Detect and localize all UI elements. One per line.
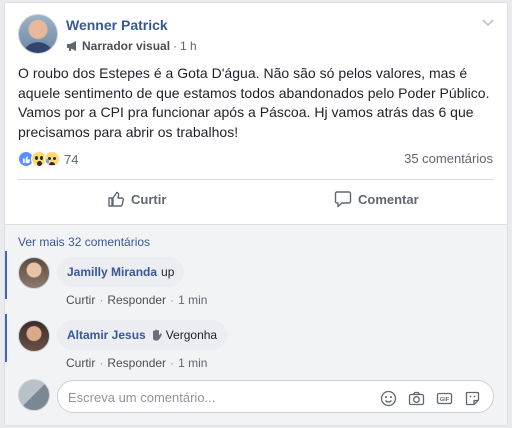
post-meta: Narrador visual · 1 h bbox=[66, 39, 197, 53]
chevron-down-icon[interactable] bbox=[481, 15, 495, 29]
emoji-icon[interactable] bbox=[379, 389, 397, 407]
comment-reply-link[interactable]: Responder bbox=[107, 293, 166, 307]
comment-time[interactable]: 1 min bbox=[178, 356, 207, 370]
meta-separator: · bbox=[173, 39, 178, 53]
comment-like-link[interactable]: Curtir bbox=[66, 356, 95, 370]
comment-icon bbox=[334, 191, 352, 208]
comment-input[interactable] bbox=[68, 387, 368, 407]
comments-section: Ver mais 32 comentários Jamilly Miranda u… bbox=[5, 225, 507, 425]
gif-icon[interactable]: GIF bbox=[435, 389, 453, 407]
post-card: Wenner Patrick Narrador visual · 1 h O r… bbox=[4, 2, 508, 426]
comment-actions: Curtir · Responder · 1 min bbox=[66, 356, 208, 370]
like-button[interactable]: Curtir bbox=[107, 190, 166, 208]
comment-bubble: Altamir Jesus Vergonha bbox=[57, 320, 228, 350]
like-button-label: Curtir bbox=[131, 191, 167, 207]
comment-time[interactable]: 1 min bbox=[178, 293, 207, 307]
author-role: Narrador visual bbox=[82, 39, 171, 53]
reactions-summary[interactable]: 74 bbox=[18, 150, 78, 168]
comment-text: up bbox=[161, 265, 175, 279]
comment-actions: Curtir · Responder · 1 min bbox=[66, 293, 208, 307]
svg-text:GIF: GIF bbox=[439, 397, 449, 403]
comment-highlight-bar bbox=[5, 251, 7, 299]
sad-reaction-icon bbox=[44, 151, 60, 167]
author-avatar[interactable] bbox=[18, 14, 58, 54]
commenter-name[interactable]: Altamir Jesus bbox=[67, 328, 146, 342]
comment-highlight-bar bbox=[5, 314, 7, 362]
sticker-icon[interactable] bbox=[463, 389, 481, 407]
megaphone-icon bbox=[67, 41, 76, 51]
comment-text: Vergonha bbox=[165, 328, 218, 342]
thumbs-up-icon bbox=[108, 191, 125, 207]
comment-composer[interactable]: GIF bbox=[57, 380, 494, 413]
comment-button-label: Comentar bbox=[358, 191, 419, 207]
current-user-avatar[interactable] bbox=[18, 379, 50, 411]
commenter-avatar[interactable] bbox=[18, 320, 50, 352]
post-text: O roubo dos Estepes é a Gota D'água. Não… bbox=[18, 65, 490, 140]
comment-reply-link[interactable]: Responder bbox=[107, 356, 166, 370]
reaction-count: 74 bbox=[64, 151, 79, 167]
comment-like-link[interactable]: Curtir bbox=[66, 293, 95, 307]
commenter-avatar[interactable] bbox=[18, 257, 50, 289]
commenter-name[interactable]: Jamilly Miranda bbox=[67, 265, 157, 279]
composer-icons: GIF bbox=[379, 389, 481, 407]
view-more-comments-link[interactable]: Ver mais 32 comentários bbox=[18, 235, 150, 249]
post-time[interactable]: 1 h bbox=[180, 39, 197, 53]
comment-button[interactable]: Comentar bbox=[334, 190, 419, 208]
comment-bubble: Jamilly Miranda up bbox=[57, 257, 185, 287]
comments-count[interactable]: 35 comentários bbox=[404, 151, 493, 166]
author-name[interactable]: Wenner Patrick bbox=[66, 17, 168, 33]
divider bbox=[18, 179, 494, 180]
wave-hand-icon bbox=[152, 329, 162, 341]
camera-icon[interactable] bbox=[407, 389, 425, 407]
